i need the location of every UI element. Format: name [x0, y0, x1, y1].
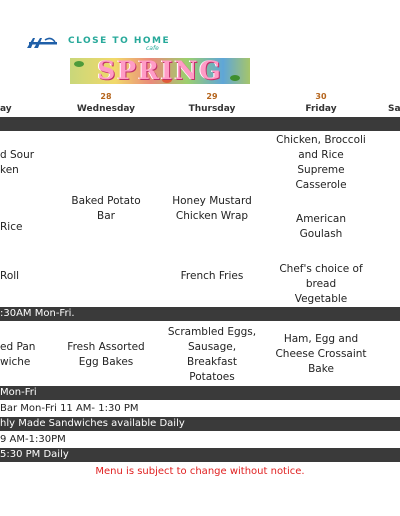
day-name-friday: Friday: [305, 104, 337, 114]
day-name-tuesday: ay: [0, 104, 12, 114]
grill-hours-row: 9 AM-1:30PM: [0, 433, 400, 447]
lunch-item-thu-1: Honey Mustard Chicken Wrap: [172, 195, 252, 222]
day-name-saturday: Sa: [388, 104, 400, 114]
lunch-item-fri-2: American Goulash: [296, 213, 346, 240]
lunch-item-thu-2: French Fries: [180, 270, 244, 282]
season-banner: SPRING: [70, 58, 250, 84]
cafe-logo-icon: [27, 37, 57, 48]
sandwiches-text: hly Made Sandwiches available Daily: [0, 418, 185, 429]
daily-hours-text: 5:30 PM Daily: [0, 449, 69, 460]
day-number-thursday: 29: [206, 92, 218, 101]
daily-hours-bar: 5:30 PM Daily: [0, 448, 400, 462]
day-name-thursday: Thursday: [188, 104, 236, 114]
breakfast-hours-text: Mon-Fri: [0, 387, 37, 398]
day-number-wednesday: 28: [100, 92, 112, 101]
salad-bar-text: Bar Mon-Fri 11 AM- 1:30 PM: [0, 403, 139, 414]
hot-food-hours-text: :30AM Mon-Fri.: [0, 308, 75, 319]
breakfast-item-thu: Scrambled Eggs, Sausage, Breakfast Potat…: [167, 326, 257, 383]
day-number-friday: 30: [315, 92, 327, 101]
lunch-section-bar: [0, 117, 400, 131]
lunch-item-tue-1: d Sour ken: [0, 149, 35, 176]
lunch-item-fri-1: Chicken, Broccoli and Rice Supreme Casse…: [276, 134, 366, 191]
menu-change-note: Menu is subject to change without notice…: [95, 466, 305, 477]
breakfast-item-fri: Ham, Egg and Cheese Crossaint Bake: [275, 333, 367, 375]
lunch-item-wed: Baked Potato Bar: [71, 195, 141, 222]
sandwiches-bar: hly Made Sandwiches available Daily: [0, 417, 400, 431]
breakfast-item-wed: Fresh Assorted Egg Bakes: [67, 341, 145, 368]
hot-food-hours-bar: :30AM Mon-Fri.: [0, 307, 400, 321]
lunch-item-fri-3: Chef's choice of bread Vegetable: [279, 263, 363, 305]
logo-subtitle: cafe: [146, 45, 159, 52]
day-name-wednesday: Wednesday: [76, 104, 136, 114]
breakfast-item-tue: ed Pan wiche: [0, 341, 36, 368]
breakfast-hours-bar: Mon-Fri: [0, 386, 400, 400]
salad-bar-row: Bar Mon-Fri 11 AM- 1:30 PM: [0, 402, 400, 416]
banner-word: SPRING: [97, 58, 223, 84]
grill-hours-text: 9 AM-1:30PM: [0, 434, 66, 445]
lunch-item-tue-3: Roll: [0, 270, 20, 282]
lunch-item-tue-2: Rice: [0, 221, 23, 233]
